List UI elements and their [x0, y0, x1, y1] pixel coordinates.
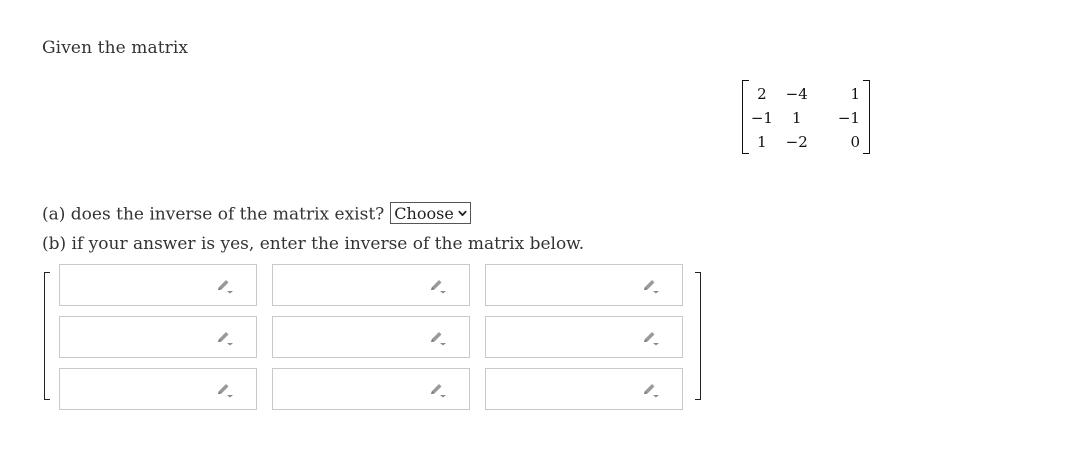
pencil-icon[interactable]	[429, 382, 447, 398]
question-a-text: (a) does the inverse of the matrix exist…	[42, 204, 385, 225]
matrix-right-bracket	[863, 80, 870, 154]
answer-left-bracket	[44, 272, 50, 400]
given-matrix: 2 −4 1 −1 1 −1 1 −2 0	[742, 80, 870, 154]
given-matrix-cell: −4	[785, 85, 808, 103]
given-matrix-cell: −1	[837, 109, 860, 127]
matrix-answer-input[interactable]	[59, 264, 257, 306]
question-b: (b) if your answer is yes, enter the inv…	[42, 234, 584, 254]
matrix-answer-input[interactable]	[485, 316, 683, 358]
pencil-icon[interactable]	[429, 330, 447, 346]
given-matrix-row: 2 −4 1	[750, 82, 862, 106]
given-matrix-cell: 1	[757, 133, 767, 151]
select-value: Choose	[394, 203, 454, 223]
matrix-answer-input[interactable]	[272, 316, 470, 358]
matrix-answer-input[interactable]	[485, 264, 683, 306]
given-matrix-cell: −1	[750, 109, 773, 127]
pencil-icon[interactable]	[429, 278, 447, 294]
pencil-icon[interactable]	[642, 382, 660, 398]
given-matrix-cell: 1	[791, 109, 802, 127]
matrix-answer-input[interactable]	[485, 368, 683, 410]
given-matrix-cell: 1	[850, 85, 860, 103]
question-b-text: (b) if your answer is yes, enter the inv…	[42, 234, 585, 254]
given-matrix-row: −1 1 −1	[750, 106, 862, 130]
pencil-icon[interactable]	[642, 330, 660, 346]
chevron-down-icon	[458, 210, 467, 216]
matrix-answer-input[interactable]	[272, 368, 470, 410]
pencil-icon[interactable]	[216, 278, 234, 294]
matrix-answer-input[interactable]	[59, 316, 257, 358]
given-matrix-cell: 0	[850, 133, 860, 151]
intro-text: Given the matrix	[42, 38, 189, 58]
matrix-left-bracket	[742, 80, 749, 154]
matrix-answer-input[interactable]	[59, 368, 257, 410]
given-matrix-cell: −2	[785, 133, 808, 151]
pencil-icon[interactable]	[642, 278, 660, 294]
answer-right-bracket	[695, 272, 701, 400]
given-matrix-cell: 2	[757, 85, 767, 103]
given-matrix-grid: 2 −4 1 −1 1 −1 1 −2 0	[750, 82, 862, 154]
matrix-answer-input[interactable]	[272, 264, 470, 306]
answer-matrix	[44, 264, 704, 410]
inverse-exists-select[interactable]: Choose	[390, 202, 471, 224]
pencil-icon[interactable]	[216, 330, 234, 346]
given-matrix-row: 1 −2 0	[750, 130, 862, 154]
question-a: (a) does the inverse of the matrix exist…	[42, 202, 471, 226]
pencil-icon[interactable]	[216, 382, 234, 398]
